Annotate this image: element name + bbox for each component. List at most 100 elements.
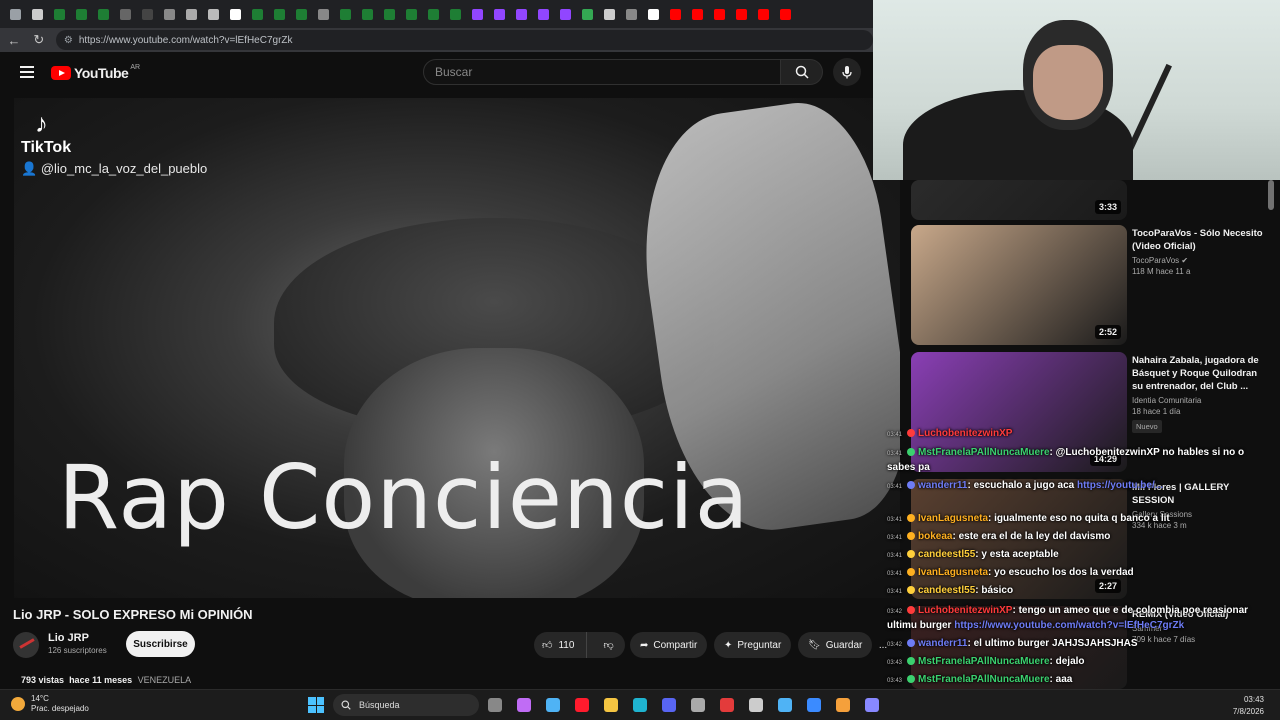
start-button[interactable] — [308, 697, 324, 713]
ask-button[interactable]: ✦ Preguntar — [714, 632, 792, 658]
chat-username[interactable]: MstFranelaPAllNuncaMuere — [918, 674, 1050, 685]
browser-tab[interactable] — [488, 3, 510, 25]
browser-tab[interactable] — [136, 3, 158, 25]
settings-icon[interactable] — [691, 698, 705, 712]
save-button[interactable]: 🔖︎ Guardar — [798, 632, 873, 658]
menu-icon[interactable] — [20, 66, 34, 78]
recommendation-thumbnail[interactable]: 2:52 — [911, 225, 1127, 345]
browser-tab[interactable] — [312, 3, 334, 25]
browser-tab[interactable] — [444, 3, 466, 25]
video-player[interactable]: ♪ TikTok 👤 @lio_mc_la_voz_del_pueblo Rap… — [14, 98, 900, 598]
recommendation-title[interactable]: Nahaira Zabala, jugadora de Básquet y Ro… — [1132, 354, 1267, 393]
browser-tab[interactable] — [268, 3, 290, 25]
dislike-button[interactable]: 👎︎ — [592, 639, 625, 651]
like-button[interactable]: 👍︎ 110 — [534, 632, 588, 658]
browser-tab[interactable] — [180, 3, 202, 25]
recommendation-info[interactable]: TocoParaVos - Sólo Necesito (Video Ofici… — [1132, 227, 1267, 276]
browser-tab[interactable] — [730, 3, 752, 25]
browser-tab[interactable] — [202, 3, 224, 25]
opera-icon[interactable] — [575, 698, 589, 712]
calculator-icon[interactable] — [749, 698, 763, 712]
browser-tab[interactable] — [114, 3, 136, 25]
browser-tab[interactable] — [378, 3, 400, 25]
chat-username[interactable]: MstFranelaPAllNuncaMuere — [918, 656, 1050, 667]
subscribe-button[interactable]: Suscribirse — [126, 631, 195, 657]
browser-tab[interactable] — [92, 3, 114, 25]
reload-icon[interactable]: ↻ — [28, 29, 50, 51]
browser-tab[interactable] — [466, 3, 488, 25]
recommendation-channel[interactable]: TocoParaVos ✔ — [1132, 256, 1267, 265]
browser-tab[interactable] — [422, 3, 444, 25]
sidebar-scrollbar[interactable] — [1268, 180, 1274, 210]
browser-tab[interactable] — [70, 3, 92, 25]
share-button[interactable]: ➦ Compartir — [630, 632, 708, 658]
chat-username[interactable]: IvanLagusneta — [918, 513, 988, 524]
recommendation-thumbnail[interactable]: 3:33 — [911, 180, 1127, 220]
browser-tab[interactable] — [290, 3, 312, 25]
discord-icon[interactable] — [662, 698, 676, 712]
browser-tab[interactable] — [576, 3, 598, 25]
browser-tab[interactable] — [400, 3, 422, 25]
browser-tab[interactable] — [510, 3, 532, 25]
channel-avatar[interactable] — [13, 632, 39, 658]
chat-badge-icon — [907, 481, 916, 490]
chat-link[interactable]: https://www.youtube.com/watch?v=lEfHeC7g… — [954, 620, 1184, 631]
sparkle-icon: ✦ — [724, 639, 733, 651]
browser-tab[interactable] — [774, 3, 796, 25]
chat-username[interactable]: candeestl55 — [918, 549, 975, 560]
recommendation-info[interactable]: Nahaira Zabala, jugadora de Básquet y Ro… — [1132, 354, 1267, 434]
browser-tab[interactable] — [246, 3, 268, 25]
shield-icon[interactable] — [807, 698, 821, 712]
url-bar[interactable]: ⚙ https://www.youtube.com/watch?v=lEfHeC… — [55, 30, 873, 50]
browser-tab[interactable] — [26, 3, 48, 25]
browser-tab[interactable] — [4, 3, 26, 25]
browser-tab[interactable] — [532, 3, 554, 25]
copilot-icon[interactable] — [546, 698, 560, 712]
pen-icon[interactable] — [517, 698, 531, 712]
browser-tab[interactable] — [642, 3, 664, 25]
youtube-logo[interactable]: YouTube AR — [51, 64, 140, 81]
browser-tab[interactable] — [686, 3, 708, 25]
browser-tab[interactable] — [158, 3, 180, 25]
search-input[interactable] — [435, 65, 780, 79]
chat-username[interactable]: LuchobenitezwinXP — [918, 605, 1012, 616]
browser-tab[interactable] — [224, 3, 246, 25]
camera-icon[interactable] — [720, 698, 734, 712]
recommendation-channel[interactable]: Identia Comunitaria — [1132, 396, 1267, 405]
recommendation-stats: 118 M hace 11 a — [1132, 267, 1191, 276]
chat-username[interactable]: wanderr11 — [918, 480, 967, 491]
back-icon[interactable]: ← — [3, 29, 25, 51]
browser-tab[interactable] — [334, 3, 356, 25]
browser-tab[interactable] — [708, 3, 730, 25]
chat-username[interactable]: MstFranelaPAllNuncaMuere — [918, 447, 1050, 458]
chat-username[interactable]: bokeaa — [918, 531, 952, 542]
sheet-icon — [251, 8, 263, 20]
weather-widget[interactable]: 14°C Prac. despejado — [11, 694, 89, 714]
taskbar-search[interactable]: Búsqueda — [333, 694, 479, 716]
tab-icon — [207, 8, 219, 20]
chat-username[interactable]: wanderr11 — [918, 638, 967, 649]
browser-tab[interactable] — [664, 3, 686, 25]
system-clock[interactable]: 03:43 7/8/2026 — [1222, 694, 1264, 718]
chat-username[interactable]: LuchobenitezwinXP — [918, 428, 1012, 439]
chat-link[interactable]: https://youtu.be/... — [1077, 480, 1163, 491]
photos-icon[interactable] — [836, 698, 850, 712]
folder-icon[interactable] — [604, 698, 618, 712]
channel-name[interactable]: Lio JRP — [48, 632, 89, 644]
site-info-icon[interactable]: ⚙ — [64, 35, 73, 46]
browser-tab[interactable] — [554, 3, 576, 25]
chat-username[interactable]: candeestl55 — [918, 585, 975, 596]
app-icon[interactable] — [865, 698, 879, 712]
browser-tab[interactable] — [752, 3, 774, 25]
browser-tab[interactable] — [598, 3, 620, 25]
recommendation-title[interactable]: TocoParaVos - Sólo Necesito (Video Ofici… — [1132, 227, 1267, 253]
voice-search-button[interactable] — [833, 58, 861, 86]
chat-username[interactable]: IvanLagusneta — [918, 567, 988, 578]
file-icon[interactable] — [488, 698, 502, 712]
snip-icon[interactable] — [778, 698, 792, 712]
browser-tab[interactable] — [48, 3, 70, 25]
edge-icon[interactable] — [633, 698, 647, 712]
browser-tab[interactable] — [356, 3, 378, 25]
search-button[interactable] — [781, 59, 823, 85]
browser-tab[interactable] — [620, 3, 642, 25]
